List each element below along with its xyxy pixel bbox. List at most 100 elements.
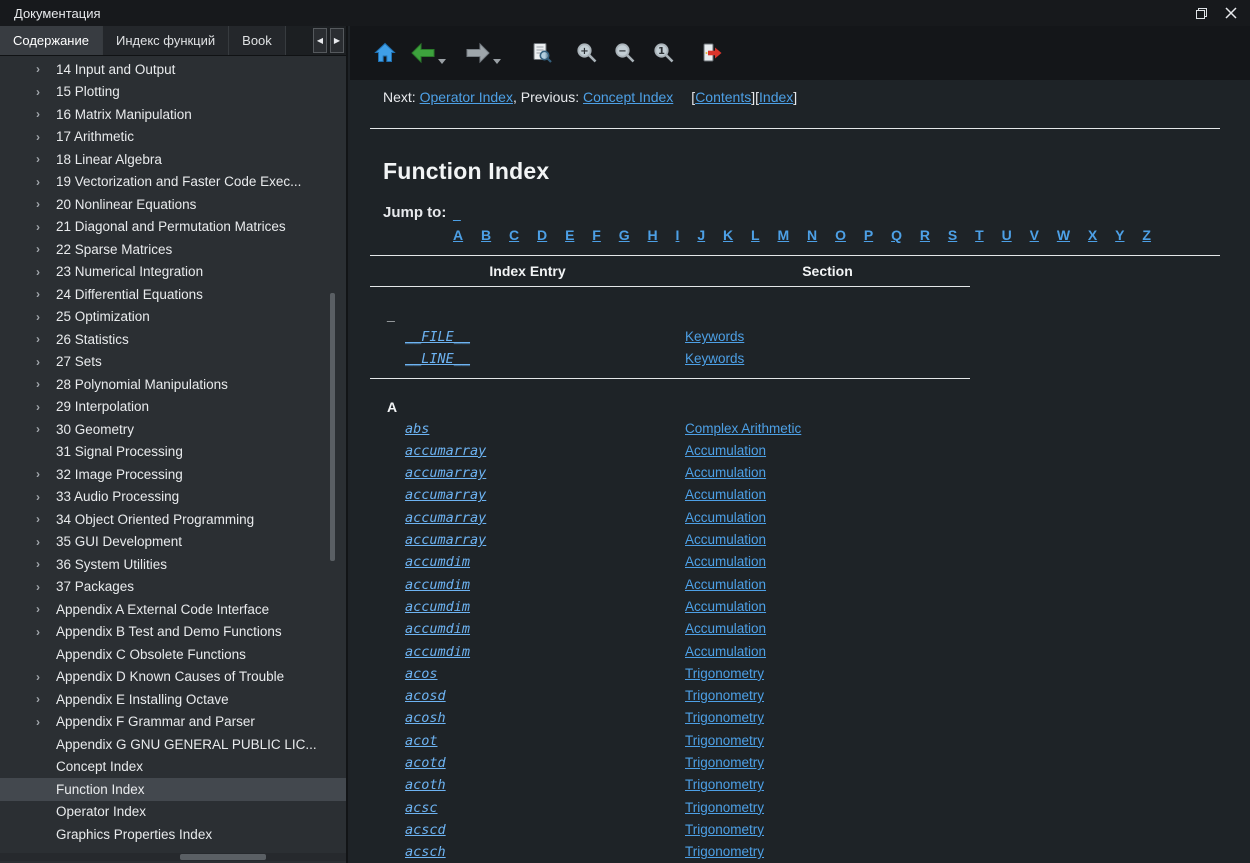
expand-chevron-icon[interactable]: ›: [36, 63, 56, 75]
jump-letter-link[interactable]: C: [509, 227, 519, 243]
expand-chevron-icon[interactable]: ›: [36, 288, 56, 300]
home-button[interactable]: [370, 38, 400, 68]
function-link[interactable]: acosd: [405, 688, 446, 704]
tree-item[interactable]: › Appendix E Installing Octave: [0, 688, 346, 711]
forward-history-dropdown-icon[interactable]: [493, 59, 501, 64]
expand-chevron-icon[interactable]: ›: [36, 86, 56, 98]
zoom-out-button[interactable]: −: [610, 38, 640, 68]
section-link[interactable]: Trigonometry: [685, 688, 764, 703]
close-documentation-button[interactable]: [697, 38, 727, 68]
tree-item[interactable]: › 19 Vectorization and Faster Code Exec.…: [0, 171, 346, 194]
tree-item[interactable]: › 24 Differential Equations: [0, 283, 346, 306]
function-link[interactable]: accumarray: [405, 443, 486, 459]
tree-item[interactable]: › 35 GUI Development: [0, 531, 346, 554]
tree-item[interactable]: › 29 Interpolation: [0, 396, 346, 419]
jump-letter-link[interactable]: Y: [1115, 227, 1124, 243]
tree-item[interactable]: › 27 Sets: [0, 351, 346, 374]
restore-button[interactable]: [1186, 0, 1216, 26]
jump-letter-link[interactable]: N: [807, 227, 817, 243]
tree-item[interactable]: Graphics Properties Index: [0, 823, 346, 846]
expand-chevron-icon[interactable]: ›: [36, 108, 56, 120]
jump-letter-link[interactable]: G: [619, 227, 630, 243]
tree-item[interactable]: Appendix G GNU GENERAL PUBLIC LIC...: [0, 733, 346, 756]
zoom-in-button[interactable]: +: [572, 38, 602, 68]
expand-chevron-icon[interactable]: ›: [36, 153, 56, 165]
tree-item[interactable]: › 14 Input and Output: [0, 58, 346, 81]
expand-chevron-icon[interactable]: ›: [36, 491, 56, 503]
section-link[interactable]: Trigonometry: [685, 710, 764, 725]
function-link[interactable]: abs: [405, 421, 429, 437]
function-link[interactable]: acos: [405, 666, 438, 682]
section-link[interactable]: Accumulation: [685, 465, 766, 480]
jump-letter-link[interactable]: Z: [1142, 227, 1151, 243]
tree-item[interactable]: › 26 Statistics: [0, 328, 346, 351]
section-link[interactable]: Accumulation: [685, 443, 766, 458]
expand-chevron-icon[interactable]: ›: [36, 468, 56, 480]
tree-item[interactable]: › 34 Object Oriented Programming: [0, 508, 346, 531]
tree-horizontal-scrollbar-thumb[interactable]: [180, 854, 266, 860]
tree-item[interactable]: › Appendix F Grammar and Parser: [0, 711, 346, 734]
function-link[interactable]: accumdim: [405, 577, 470, 593]
section-link[interactable]: Trigonometry: [685, 822, 764, 837]
expand-chevron-icon[interactable]: ›: [36, 243, 56, 255]
section-link[interactable]: Accumulation: [685, 510, 766, 525]
jump-letter-link[interactable]: L: [751, 227, 760, 243]
function-link[interactable]: acot: [405, 733, 438, 749]
tree-item[interactable]: › 30 Geometry: [0, 418, 346, 441]
jump-letter-link[interactable]: K: [723, 227, 733, 243]
contents-link[interactable]: Contents: [695, 89, 751, 105]
function-link[interactable]: acotd: [405, 755, 446, 771]
back-history-dropdown-icon[interactable]: [438, 59, 446, 64]
function-link[interactable]: __LINE__: [405, 351, 470, 367]
expand-chevron-icon[interactable]: ›: [36, 581, 56, 593]
expand-chevron-icon[interactable]: ›: [36, 131, 56, 143]
section-link[interactable]: Trigonometry: [685, 844, 764, 859]
tree-item[interactable]: Function Index: [0, 778, 346, 801]
expand-chevron-icon[interactable]: ›: [36, 558, 56, 570]
function-link[interactable]: acscd: [405, 822, 446, 838]
forward-button[interactable]: [463, 38, 493, 68]
jump-letter-link[interactable]: D: [537, 227, 547, 243]
function-link[interactable]: accumarray: [405, 487, 486, 503]
function-link[interactable]: accumdim: [405, 621, 470, 637]
section-link[interactable]: Trigonometry: [685, 755, 764, 770]
sidebar-tab[interactable]: Book: [229, 26, 286, 55]
next-link[interactable]: Operator Index: [420, 89, 513, 105]
tree-item[interactable]: › 37 Packages: [0, 576, 346, 599]
zoom-original-button[interactable]: 1: [649, 38, 679, 68]
function-link[interactable]: accumdim: [405, 599, 470, 615]
section-link[interactable]: Keywords: [685, 329, 744, 344]
jump-letter-link[interactable]: P: [864, 227, 873, 243]
previous-link[interactable]: Concept Index: [583, 89, 673, 105]
jump-letter-link[interactable]: W: [1057, 227, 1070, 243]
expand-chevron-icon[interactable]: ›: [36, 176, 56, 188]
jump-letter-link[interactable]: H: [648, 227, 658, 243]
expand-chevron-icon[interactable]: ›: [36, 356, 56, 368]
expand-chevron-icon[interactable]: ›: [36, 716, 56, 728]
search-in-page-button[interactable]: [527, 38, 557, 68]
tree-item[interactable]: › 20 Nonlinear Equations: [0, 193, 346, 216]
jump-letter-link[interactable]: B: [481, 227, 491, 243]
expand-chevron-icon[interactable]: ›: [36, 378, 56, 390]
tree-item[interactable]: › 28 Polynomial Manipulations: [0, 373, 346, 396]
tree-item[interactable]: Operator Index: [0, 801, 346, 824]
jump-letter-link[interactable]: S: [948, 227, 957, 243]
function-link[interactable]: accumarray: [405, 510, 486, 526]
tree-item[interactable]: › Appendix B Test and Demo Functions: [0, 621, 346, 644]
tab-scroll-right-button[interactable]: ▶: [330, 28, 344, 53]
tree-item[interactable]: 31 Signal Processing: [0, 441, 346, 464]
section-link[interactable]: Accumulation: [685, 532, 766, 547]
function-link[interactable]: accumarray: [405, 465, 486, 481]
jump-letter-link[interactable]: _: [453, 206, 461, 222]
section-link[interactable]: Trigonometry: [685, 800, 764, 815]
jump-letter-link[interactable]: E: [565, 227, 574, 243]
tree-item[interactable]: › 18 Linear Algebra: [0, 148, 346, 171]
expand-chevron-icon[interactable]: ›: [36, 401, 56, 413]
section-link[interactable]: Keywords: [685, 351, 744, 366]
expand-chevron-icon[interactable]: ›: [36, 603, 56, 615]
function-link[interactable]: accumdim: [405, 644, 470, 660]
function-link[interactable]: acsch: [405, 844, 446, 860]
jump-letter-link[interactable]: R: [920, 227, 930, 243]
jump-letter-link[interactable]: T: [975, 227, 984, 243]
section-link[interactable]: Accumulation: [685, 599, 766, 614]
